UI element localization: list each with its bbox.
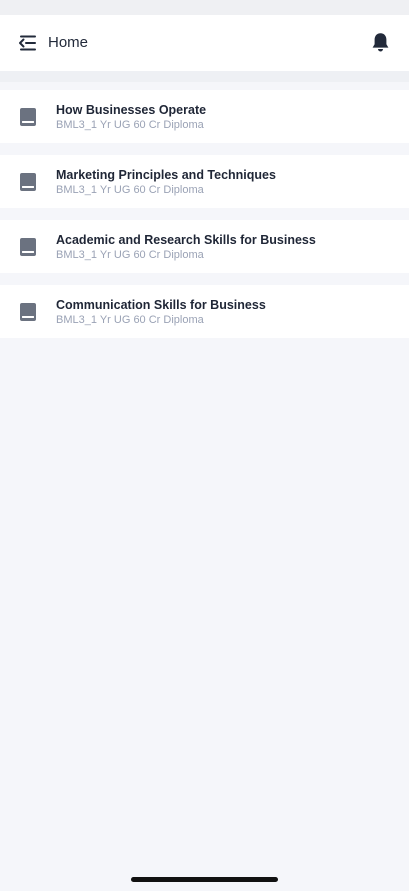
course-title: How Businesses Operate bbox=[56, 103, 207, 117]
book-icon bbox=[20, 303, 36, 321]
book-icon bbox=[20, 108, 36, 126]
course-card[interactable]: Communication Skills for Business BML3_1… bbox=[0, 285, 409, 338]
course-subtitle: BML3_1 Yr UG 60 Cr Diploma bbox=[56, 314, 204, 326]
status-bar bbox=[0, 0, 409, 15]
book-icon bbox=[20, 173, 36, 191]
course-title: Marketing Principles and Techniques bbox=[56, 168, 276, 182]
bell-icon[interactable] bbox=[371, 32, 390, 53]
course-subtitle: BML3_1 Yr UG 60 Cr Diploma bbox=[56, 119, 204, 131]
book-icon bbox=[20, 238, 36, 256]
course-card[interactable]: Marketing Principles and Techniques BML3… bbox=[0, 155, 409, 208]
course-list: How Businesses Operate BML3_1 Yr UG 60 C… bbox=[0, 90, 409, 350]
home-indicator[interactable] bbox=[131, 877, 278, 882]
page-title: Home bbox=[48, 34, 89, 51]
app-header: Home bbox=[0, 15, 409, 71]
header-divider bbox=[0, 71, 409, 82]
course-card[interactable]: Academic and Research Skills for Busines… bbox=[0, 220, 409, 273]
course-subtitle: BML3_1 Yr UG 60 Cr Diploma bbox=[56, 249, 204, 261]
menu-icon[interactable] bbox=[18, 34, 37, 52]
course-card[interactable]: How Businesses Operate BML3_1 Yr UG 60 C… bbox=[0, 90, 409, 143]
course-title: Academic and Research Skills for Busines… bbox=[56, 233, 316, 247]
course-title: Communication Skills for Business bbox=[56, 298, 266, 312]
course-subtitle: BML3_1 Yr UG 60 Cr Diploma bbox=[56, 184, 204, 196]
